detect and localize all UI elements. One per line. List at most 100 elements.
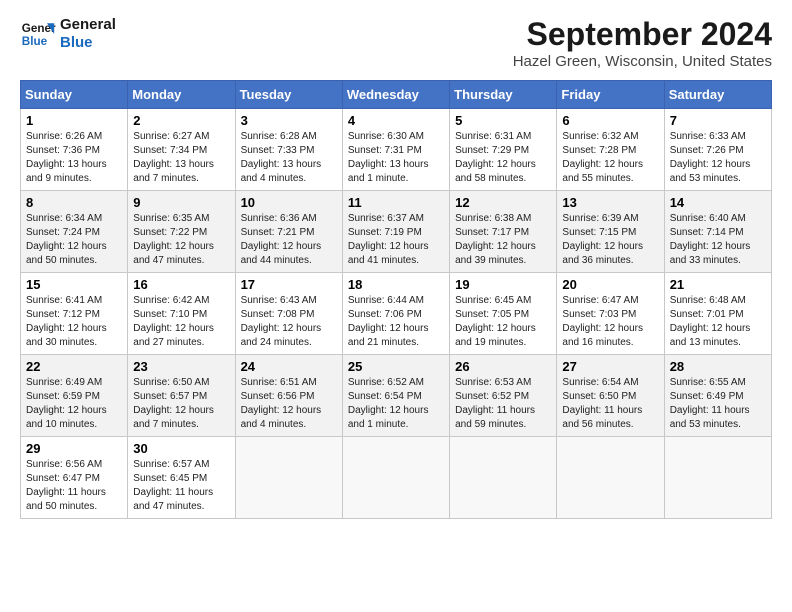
- sunrise-info: Sunrise: 6:42 AM: [133, 295, 209, 306]
- sunset-info: Sunset: 6:54 PM: [348, 391, 422, 402]
- calendar-cell: 20 Sunrise: 6:47 AM Sunset: 7:03 PM Dayl…: [557, 273, 664, 355]
- weekday-header-sunday: Sunday: [21, 81, 128, 109]
- calendar-week-row: 1 Sunrise: 6:26 AM Sunset: 7:36 PM Dayli…: [21, 109, 772, 191]
- sunrise-info: Sunrise: 6:35 AM: [133, 213, 209, 224]
- sunset-info: Sunset: 7:03 PM: [562, 309, 636, 320]
- sunset-info: Sunset: 7:17 PM: [455, 227, 529, 238]
- sunrise-info: Sunrise: 6:53 AM: [455, 377, 531, 388]
- sunset-info: Sunset: 7:31 PM: [348, 145, 422, 156]
- sunrise-info: Sunrise: 6:39 AM: [562, 213, 638, 224]
- daylight-info: Daylight: 12 hours and 24 minutes.: [241, 323, 322, 348]
- weekday-header-saturday: Saturday: [664, 81, 771, 109]
- weekday-header-tuesday: Tuesday: [235, 81, 342, 109]
- daylight-info: Daylight: 12 hours and 16 minutes.: [562, 323, 643, 348]
- sunset-info: Sunset: 6:45 PM: [133, 473, 207, 484]
- daylight-info: Daylight: 12 hours and 19 minutes.: [455, 323, 536, 348]
- svg-text:Blue: Blue: [22, 35, 48, 48]
- calendar-cell: 19 Sunrise: 6:45 AM Sunset: 7:05 PM Dayl…: [450, 273, 557, 355]
- calendar-cell: 30 Sunrise: 6:57 AM Sunset: 6:45 PM Dayl…: [128, 437, 235, 519]
- day-number: 18: [348, 277, 444, 292]
- calendar-cell: 28 Sunrise: 6:55 AM Sunset: 6:49 PM Dayl…: [664, 355, 771, 437]
- day-number: 14: [670, 195, 766, 210]
- sunset-info: Sunset: 6:47 PM: [26, 473, 100, 484]
- calendar-cell: 17 Sunrise: 6:43 AM Sunset: 7:08 PM Dayl…: [235, 273, 342, 355]
- sunset-info: Sunset: 7:06 PM: [348, 309, 422, 320]
- day-number: 4: [348, 113, 444, 128]
- logo-text-line2: Blue: [60, 34, 116, 52]
- day-number: 24: [241, 359, 337, 374]
- daylight-info: Daylight: 12 hours and 7 minutes.: [133, 405, 214, 430]
- sunrise-info: Sunrise: 6:51 AM: [241, 377, 317, 388]
- day-number: 10: [241, 195, 337, 210]
- daylight-info: Daylight: 12 hours and 39 minutes.: [455, 241, 536, 266]
- logo-text-line1: General: [60, 16, 116, 34]
- calendar-cell: 23 Sunrise: 6:50 AM Sunset: 6:57 PM Dayl…: [128, 355, 235, 437]
- daylight-info: Daylight: 11 hours and 47 minutes.: [133, 487, 213, 512]
- sunrise-info: Sunrise: 6:26 AM: [26, 131, 102, 142]
- calendar-cell: 16 Sunrise: 6:42 AM Sunset: 7:10 PM Dayl…: [128, 273, 235, 355]
- sunset-info: Sunset: 7:34 PM: [133, 145, 207, 156]
- sunset-info: Sunset: 7:21 PM: [241, 227, 315, 238]
- daylight-info: Daylight: 12 hours and 4 minutes.: [241, 405, 322, 430]
- calendar-cell: 2 Sunrise: 6:27 AM Sunset: 7:34 PM Dayli…: [128, 109, 235, 191]
- weekday-header-wednesday: Wednesday: [342, 81, 449, 109]
- sunset-info: Sunset: 7:01 PM: [670, 309, 744, 320]
- daylight-info: Daylight: 12 hours and 10 minutes.: [26, 405, 107, 430]
- day-number: 22: [26, 359, 122, 374]
- day-number: 16: [133, 277, 229, 292]
- calendar-cell: 4 Sunrise: 6:30 AM Sunset: 7:31 PM Dayli…: [342, 109, 449, 191]
- calendar-cell: [557, 437, 664, 519]
- daylight-info: Daylight: 12 hours and 53 minutes.: [670, 159, 751, 184]
- daylight-info: Daylight: 12 hours and 36 minutes.: [562, 241, 643, 266]
- sunset-info: Sunset: 6:56 PM: [241, 391, 315, 402]
- calendar-cell: 12 Sunrise: 6:38 AM Sunset: 7:17 PM Dayl…: [450, 191, 557, 273]
- calendar-cell: 15 Sunrise: 6:41 AM Sunset: 7:12 PM Dayl…: [21, 273, 128, 355]
- sunrise-info: Sunrise: 6:44 AM: [348, 295, 424, 306]
- sunrise-info: Sunrise: 6:41 AM: [26, 295, 102, 306]
- calendar-cell: 3 Sunrise: 6:28 AM Sunset: 7:33 PM Dayli…: [235, 109, 342, 191]
- sunset-info: Sunset: 7:26 PM: [670, 145, 744, 156]
- day-number: 5: [455, 113, 551, 128]
- day-number: 8: [26, 195, 122, 210]
- sunrise-info: Sunrise: 6:48 AM: [670, 295, 746, 306]
- sunrise-info: Sunrise: 6:28 AM: [241, 131, 317, 142]
- sunset-info: Sunset: 7:29 PM: [455, 145, 529, 156]
- daylight-info: Daylight: 12 hours and 27 minutes.: [133, 323, 214, 348]
- sunrise-info: Sunrise: 6:31 AM: [455, 131, 531, 142]
- day-number: 27: [562, 359, 658, 374]
- daylight-info: Daylight: 12 hours and 44 minutes.: [241, 241, 322, 266]
- sunset-info: Sunset: 7:36 PM: [26, 145, 100, 156]
- calendar-cell: 13 Sunrise: 6:39 AM Sunset: 7:15 PM Dayl…: [557, 191, 664, 273]
- sunrise-info: Sunrise: 6:36 AM: [241, 213, 317, 224]
- calendar-cell: 29 Sunrise: 6:56 AM Sunset: 6:47 PM Dayl…: [21, 437, 128, 519]
- sunset-info: Sunset: 6:50 PM: [562, 391, 636, 402]
- day-number: 21: [670, 277, 766, 292]
- title-block: September 2024 Hazel Green, Wisconsin, U…: [513, 16, 772, 70]
- daylight-info: Daylight: 12 hours and 21 minutes.: [348, 323, 429, 348]
- sunrise-info: Sunrise: 6:56 AM: [26, 459, 102, 470]
- daylight-info: Daylight: 13 hours and 9 minutes.: [26, 159, 107, 184]
- daylight-info: Daylight: 12 hours and 30 minutes.: [26, 323, 107, 348]
- sunrise-info: Sunrise: 6:38 AM: [455, 213, 531, 224]
- daylight-info: Daylight: 11 hours and 53 minutes.: [670, 405, 750, 430]
- calendar-week-row: 15 Sunrise: 6:41 AM Sunset: 7:12 PM Dayl…: [21, 273, 772, 355]
- calendar-cell: 24 Sunrise: 6:51 AM Sunset: 6:56 PM Dayl…: [235, 355, 342, 437]
- sunrise-info: Sunrise: 6:55 AM: [670, 377, 746, 388]
- calendar-table: SundayMondayTuesdayWednesdayThursdayFrid…: [20, 80, 772, 519]
- day-number: 13: [562, 195, 658, 210]
- daylight-info: Daylight: 12 hours and 55 minutes.: [562, 159, 643, 184]
- day-number: 3: [241, 113, 337, 128]
- daylight-info: Daylight: 13 hours and 7 minutes.: [133, 159, 214, 184]
- sunset-info: Sunset: 7:12 PM: [26, 309, 100, 320]
- day-number: 17: [241, 277, 337, 292]
- day-number: 19: [455, 277, 551, 292]
- day-number: 30: [133, 441, 229, 456]
- calendar-cell: 8 Sunrise: 6:34 AM Sunset: 7:24 PM Dayli…: [21, 191, 128, 273]
- sunrise-info: Sunrise: 6:40 AM: [670, 213, 746, 224]
- sunrise-info: Sunrise: 6:57 AM: [133, 459, 209, 470]
- sunset-info: Sunset: 7:15 PM: [562, 227, 636, 238]
- calendar-cell: 10 Sunrise: 6:36 AM Sunset: 7:21 PM Dayl…: [235, 191, 342, 273]
- calendar-week-row: 22 Sunrise: 6:49 AM Sunset: 6:59 PM Dayl…: [21, 355, 772, 437]
- calendar-cell: 26 Sunrise: 6:53 AM Sunset: 6:52 PM Dayl…: [450, 355, 557, 437]
- weekday-header-monday: Monday: [128, 81, 235, 109]
